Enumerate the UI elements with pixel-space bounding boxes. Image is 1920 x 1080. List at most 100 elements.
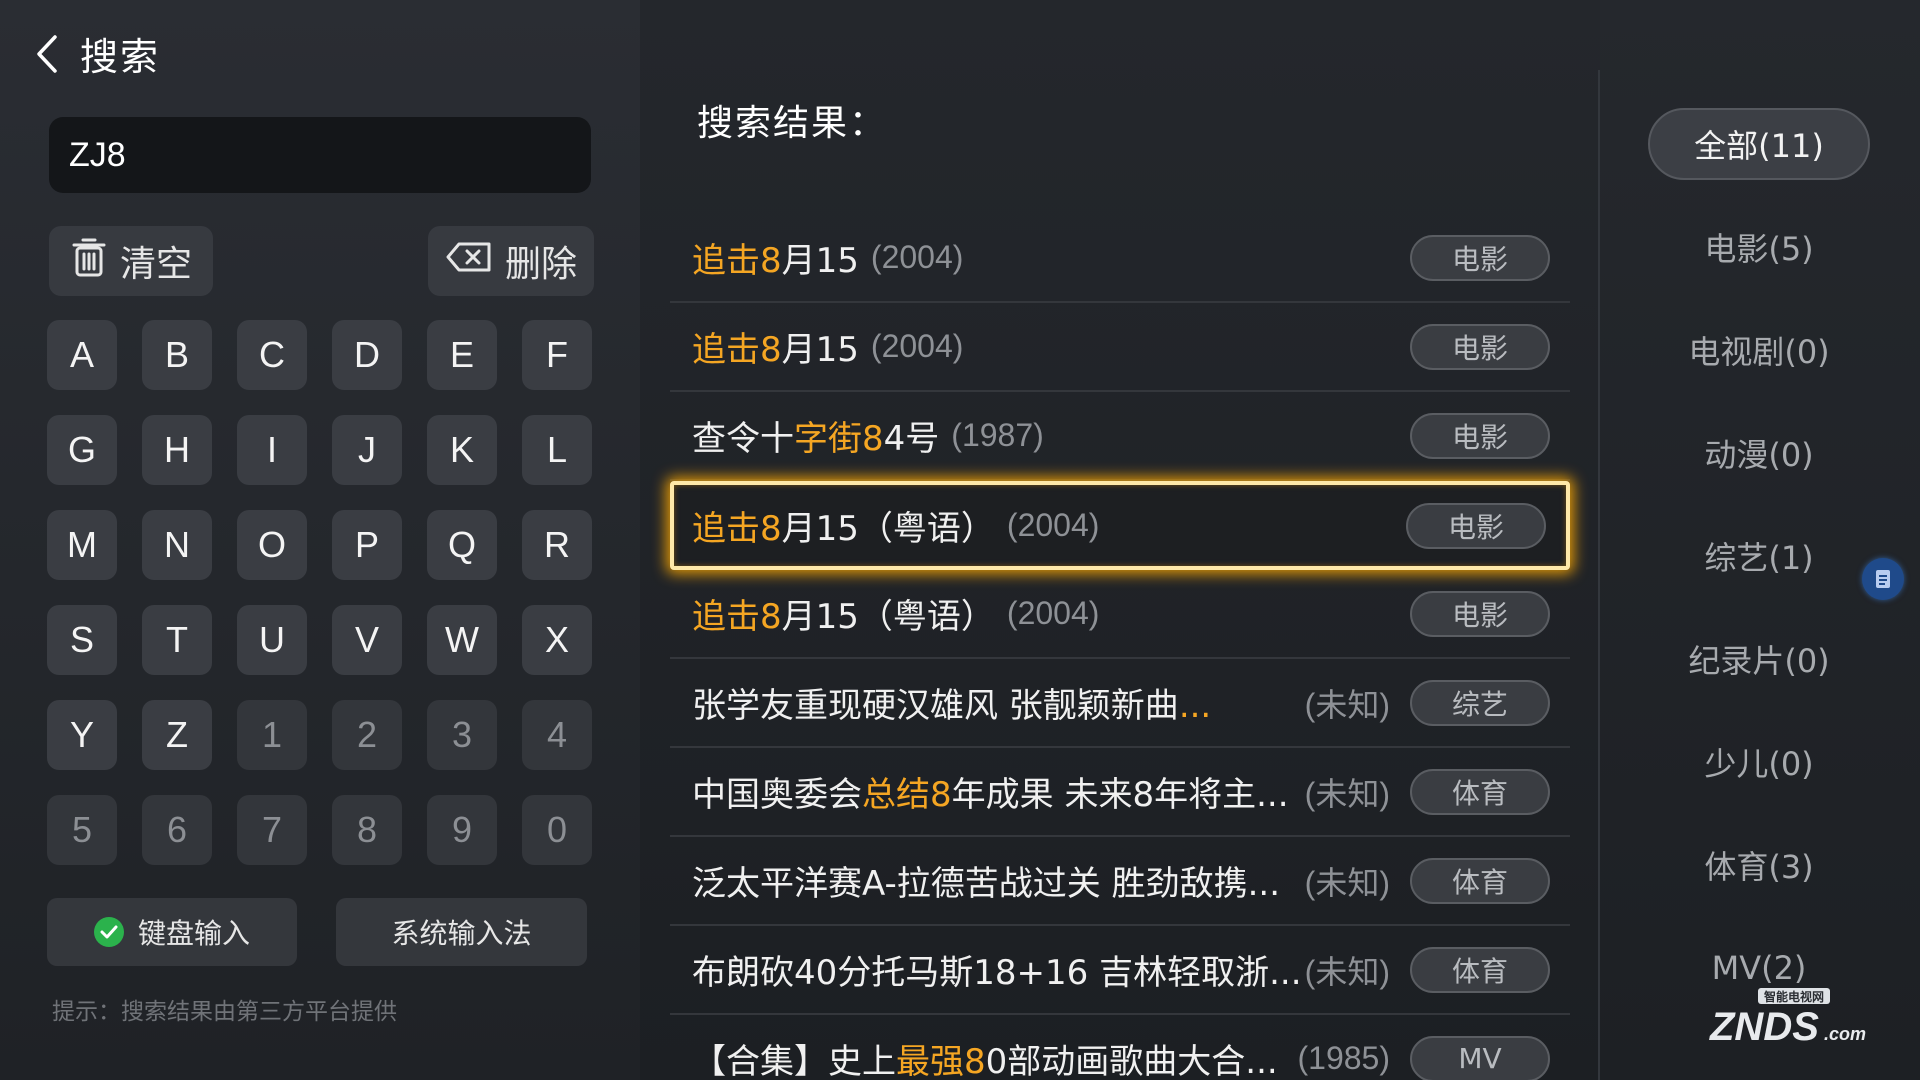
result-title: 【合集】史上最强80部动画歌曲大合... xyxy=(692,1034,1278,1080)
result-title-text: 月15（粤语） xyxy=(781,509,995,549)
watermark-suffix: .com xyxy=(1824,1024,1866,1044)
backspace-icon xyxy=(445,241,493,282)
result-row[interactable]: 查令十字街84号 (1987) 电影 xyxy=(670,392,1570,481)
result-year: (未知) xyxy=(1304,864,1390,901)
search-input-value: ZJ8 xyxy=(69,135,126,174)
result-title-text: 0部动画歌曲大合... xyxy=(985,1042,1278,1080)
clear-button-label: 清空 xyxy=(119,244,192,285)
key-k[interactable]: K xyxy=(427,415,497,485)
key-i[interactable]: I xyxy=(237,415,307,485)
result-title-text: 泛太平洋赛A-拉德苦战过关 胜劲敌携... xyxy=(692,864,1281,904)
category-tab[interactable]: 纪录片(0) xyxy=(1648,623,1870,695)
key-s[interactable]: S xyxy=(47,605,117,675)
result-title: 追击8月15 xyxy=(692,233,859,282)
category-list: 全部(11) 电影(5) 电视剧(0) 动漫(0) 综艺(1) 纪录片(0) 少儿(0) 体育… xyxy=(1648,108,1870,1035)
result-category-tag: 电影 xyxy=(1406,502,1546,549)
key-7[interactable]: 7 xyxy=(237,795,307,865)
key-9[interactable]: 9 xyxy=(427,795,497,865)
key-4[interactable]: 4 xyxy=(522,700,592,770)
key-q[interactable]: Q xyxy=(427,510,497,580)
key-e[interactable]: E xyxy=(427,320,497,390)
result-year: (1985) xyxy=(1297,1040,1391,1076)
page-title: 搜索 xyxy=(80,35,161,79)
search-input[interactable]: ZJ8 xyxy=(49,117,591,193)
result-title: 追击8月15（粤语） xyxy=(692,589,995,638)
result-title: 查令十字街84号 xyxy=(692,411,939,460)
result-title-text: 布朗砍40分托马斯18+16 吉林轻取浙... xyxy=(692,953,1302,993)
result-category-tag: 体育 xyxy=(1410,768,1550,815)
key-x[interactable]: X xyxy=(522,605,592,675)
panel-divider xyxy=(1598,70,1600,1080)
result-title: 追击8月15（粤语） xyxy=(692,501,995,550)
result-row[interactable]: 追击8月15 (2004) 电影 xyxy=(670,214,1570,303)
result-row[interactable]: 张学友重现硬汉雄风 张靓颖新曲... (未知) 综艺 xyxy=(670,659,1570,748)
category-tab[interactable]: 全部(11) xyxy=(1648,108,1870,180)
header: 搜索 xyxy=(36,26,160,81)
key-a[interactable]: A xyxy=(47,320,117,390)
system-input-button[interactable]: 系统输入法 xyxy=(336,898,587,966)
result-row[interactable]: 布朗砍40分托马斯18+16 吉林轻取浙... (未知) 体育 xyxy=(670,926,1570,1015)
key-n[interactable]: N xyxy=(142,510,212,580)
category-tab[interactable]: 少儿(0) xyxy=(1648,726,1870,798)
keyboard-input-button[interactable]: 键盘输入 xyxy=(47,898,297,966)
key-8[interactable]: 8 xyxy=(332,795,402,865)
clear-button[interactable]: 清空 xyxy=(49,226,213,296)
delete-button[interactable]: 删除 xyxy=(428,226,594,296)
result-title-text: 查令十 xyxy=(692,419,794,459)
category-tab[interactable]: 体育(3) xyxy=(1648,829,1870,901)
key-h[interactable]: H xyxy=(142,415,212,485)
result-title-highlight: 追击8 xyxy=(692,241,782,281)
result-category-tag: 体育 xyxy=(1410,946,1550,993)
result-row[interactable]: 中国奥委会总结8年成果 未来8年将主... (未知) 体育 xyxy=(670,748,1570,837)
key-c[interactable]: C xyxy=(237,320,307,390)
category-tab[interactable]: 电影(5) xyxy=(1648,211,1870,283)
result-row[interactable]: 追击8月15（粤语） (2004) 电影 xyxy=(670,481,1570,570)
key-y[interactable]: Y xyxy=(47,700,117,770)
key-p[interactable]: P xyxy=(332,510,402,580)
key-o[interactable]: O xyxy=(237,510,307,580)
key-l[interactable]: L xyxy=(522,415,592,485)
key-1[interactable]: 1 xyxy=(237,700,307,770)
key-v[interactable]: V xyxy=(332,605,402,675)
key-j[interactable]: J xyxy=(332,415,402,485)
key-0[interactable]: 0 xyxy=(522,795,592,865)
delete-button-label: 删除 xyxy=(504,244,577,285)
result-row[interactable]: 泛太平洋赛A-拉德苦战过关 胜劲敌携... (未知) 体育 xyxy=(670,837,1570,926)
trash-icon xyxy=(70,236,108,287)
result-title-highlight: 总结8 xyxy=(862,775,952,815)
key-d[interactable]: D xyxy=(332,320,402,390)
result-year: (2004) xyxy=(1006,507,1100,543)
result-year: (2004) xyxy=(870,239,964,275)
key-r[interactable]: R xyxy=(522,510,592,580)
key-f[interactable]: F xyxy=(522,320,592,390)
result-title: 追击8月15 xyxy=(692,322,859,371)
key-6[interactable]: 6 xyxy=(142,795,212,865)
key-b[interactable]: B xyxy=(142,320,212,390)
result-category-tag: 电影 xyxy=(1410,590,1550,637)
key-u[interactable]: U xyxy=(237,605,307,675)
key-z[interactable]: Z xyxy=(142,700,212,770)
result-year: (1987) xyxy=(951,417,1044,453)
key-w[interactable]: W xyxy=(427,605,497,675)
key-g[interactable]: G xyxy=(47,415,117,485)
result-category-tag: 电影 xyxy=(1410,323,1550,370)
key-t[interactable]: T xyxy=(142,605,212,675)
result-category-tag: MV xyxy=(1410,1035,1550,1080)
result-row[interactable]: 追击8月15 (2004) 电影 xyxy=(670,303,1570,392)
chevron-left-icon[interactable] xyxy=(36,34,58,74)
key-3[interactable]: 3 xyxy=(427,700,497,770)
key-2[interactable]: 2 xyxy=(332,700,402,770)
result-row[interactable]: 【合集】史上最强80部动画歌曲大合... (1985) MV xyxy=(670,1015,1570,1080)
category-tab[interactable]: 动漫(0) xyxy=(1648,417,1870,489)
result-title: 泛太平洋赛A-拉德苦战过关 胜劲敌携... xyxy=(692,856,1280,905)
document-icon[interactable] xyxy=(1862,558,1904,600)
result-category-tag: 综艺 xyxy=(1410,679,1550,726)
result-title-highlight: 追击8 xyxy=(692,509,782,549)
category-tab[interactable]: 电视剧(0) xyxy=(1648,314,1870,386)
result-row[interactable]: 追击8月15（粤语） (2004) 电影 xyxy=(670,570,1570,659)
key-m[interactable]: M xyxy=(47,510,117,580)
result-year: (未知) xyxy=(1304,775,1390,812)
key-5[interactable]: 5 xyxy=(47,795,117,865)
result-year: (2004) xyxy=(1006,595,1100,631)
category-tab[interactable]: 综艺(1) xyxy=(1648,520,1870,592)
